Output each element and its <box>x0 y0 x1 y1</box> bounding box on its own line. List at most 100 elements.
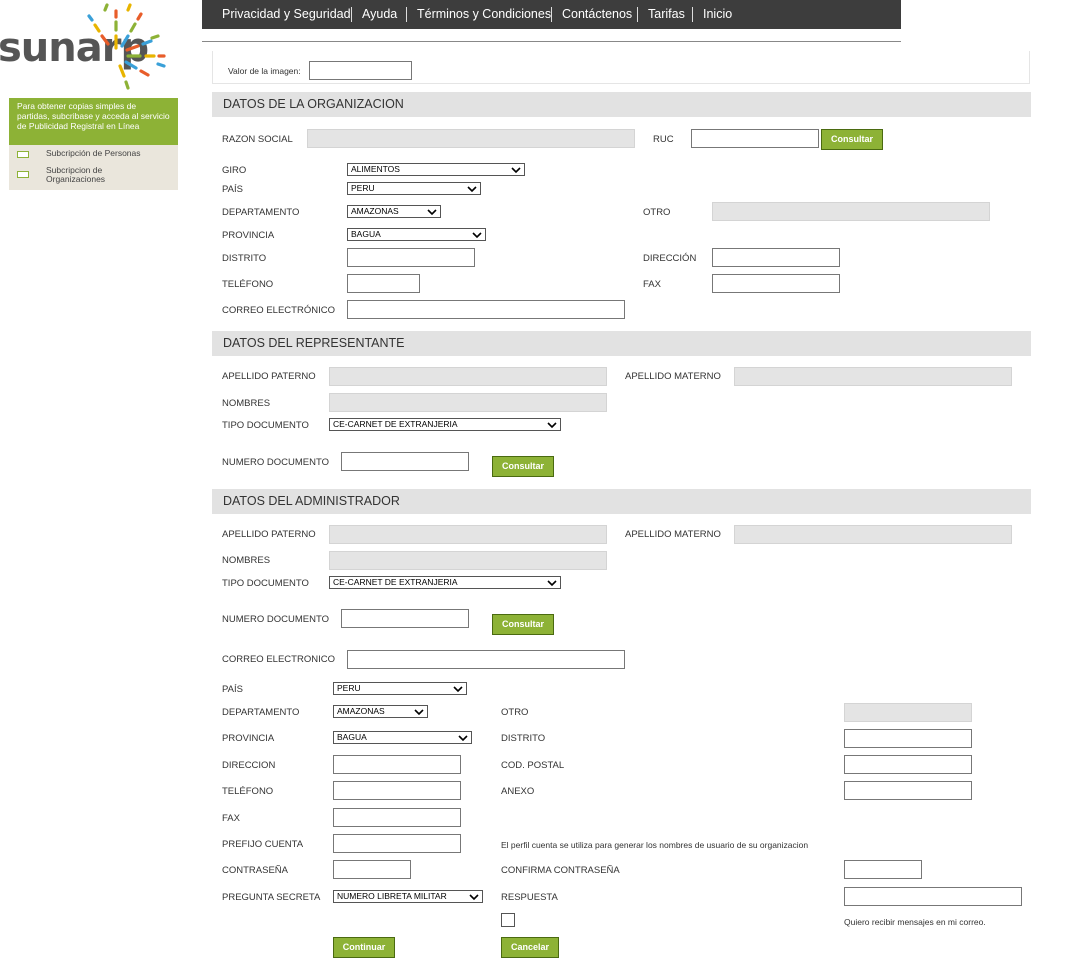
pregunta-select[interactable]: NUMERO LIBRETA MILITAR <box>333 890 483 903</box>
section-representante: DATOS DEL REPRESENTANTE <box>212 331 1031 356</box>
consultar-rep-button[interactable]: Consultar <box>492 456 554 477</box>
label-pais: PAÍS <box>222 184 243 195</box>
adm-num-doc-input[interactable] <box>341 609 469 628</box>
ruc-input[interactable] <box>691 129 819 148</box>
chevron-down-icon <box>472 232 482 239</box>
prefijo-input[interactable] <box>333 834 461 853</box>
bullet-icon <box>17 171 29 178</box>
chevron-down-icon <box>469 894 479 901</box>
adm-fax-input[interactable] <box>333 808 461 827</box>
label-adm-departamento: DEPARTAMENTO <box>222 707 300 718</box>
provincia-select[interactable]: BAGUA <box>347 228 486 241</box>
label-departamento: DEPARTAMENTO <box>222 207 300 218</box>
label-adm-direccion: DIRECCION <box>222 760 276 771</box>
nav-inicio[interactable]: Inicio <box>703 0 732 29</box>
label-otro: OTRO <box>643 207 671 218</box>
nav-terminos[interactable]: Términos y Condiciones <box>417 0 551 29</box>
label-adm-tipo-doc: TIPO DOCUMENTO <box>222 578 309 589</box>
adm-direccion-input[interactable] <box>333 755 461 774</box>
bullet-icon <box>17 151 29 158</box>
correo-input[interactable] <box>347 300 625 319</box>
nav-privacidad[interactable]: Privacidad y Seguridad <box>222 0 351 29</box>
label-prefijo: PREFIJO CUENTA <box>222 839 304 850</box>
captcha-input[interactable] <box>309 61 412 80</box>
chevron-down-icon <box>458 735 468 742</box>
label-correo: CORREO ELECTRÓNICO <box>222 305 335 316</box>
label-distrito: DISTRITO <box>222 253 267 264</box>
adm-provincia-select[interactable]: BAGUA <box>333 731 472 744</box>
razon-social-input <box>307 129 635 148</box>
distrito-input[interactable] <box>347 248 475 267</box>
label-adm-ap-paterno: APELLIDO PATERNO <box>222 529 316 540</box>
label-adm-fax: FAX <box>222 813 240 824</box>
label-adm-anexo: ANEXO <box>501 786 535 797</box>
nav-divider <box>202 41 901 42</box>
label-rep-num-doc: NUMERO DOCUMENTO <box>222 457 329 468</box>
label-rep-ap-materno: APELLIDO MATERNO <box>625 371 721 382</box>
sidebar-promo: Para obtener copias simples de partidas,… <box>9 98 178 145</box>
adm-correo-input[interactable] <box>347 650 625 669</box>
contrasena-input[interactable] <box>333 860 411 879</box>
consultar-adm-button[interactable]: Consultar <box>492 614 554 635</box>
departamento-select[interactable]: AMAZONAS <box>347 205 441 218</box>
section-administrador: DATOS DEL ADMINISTRADOR <box>212 489 1031 514</box>
label-rep-nombres: NOMBRES <box>222 398 271 409</box>
consultar-ruc-button[interactable]: Consultar <box>821 129 883 150</box>
label-provincia: PROVINCIA <box>222 230 275 241</box>
sidebar-menu: Subcripción de Personas Subcripcion de O… <box>9 145 178 190</box>
otro-input <box>712 202 990 221</box>
nav-ayuda[interactable]: Ayuda <box>362 0 397 29</box>
label-pregunta: PREGUNTA SECRETA <box>222 892 321 903</box>
continuar-button[interactable]: Continuar <box>333 937 395 958</box>
label-adm-num-doc: NUMERO DOCUMENTO <box>222 614 329 625</box>
mensajes-checkbox[interactable] <box>501 913 515 927</box>
adm-tipo-doc-select[interactable]: CE-CARNET DE EXTRANJERIA <box>329 576 561 589</box>
label-respuesta: RESPUESTA <box>501 892 558 903</box>
adm-ap-materno-input <box>734 525 1012 544</box>
rep-num-doc-input[interactable] <box>341 452 469 471</box>
adm-anexo-input[interactable] <box>844 781 972 800</box>
respuesta-input[interactable] <box>844 887 1022 906</box>
confirma-input[interactable] <box>844 860 922 879</box>
adm-telefono-input[interactable] <box>333 781 461 800</box>
rep-ap-materno-input <box>734 367 1012 386</box>
adm-nombres-input <box>329 551 607 570</box>
adm-departamento-select[interactable]: AMAZONAS <box>333 705 428 718</box>
chevron-down-icon <box>414 709 424 716</box>
chevron-down-icon <box>547 580 557 587</box>
adm-pais-select[interactable]: PERU <box>333 682 467 695</box>
label-razon-social: RAZON SOCIAL <box>222 134 293 145</box>
label-giro: GIRO <box>222 165 247 176</box>
chevron-down-icon <box>453 686 463 693</box>
chevron-down-icon <box>547 422 557 429</box>
cancelar-button[interactable]: Cancelar <box>501 937 559 958</box>
label-adm-otro: OTRO <box>501 707 529 718</box>
adm-distrito-input[interactable] <box>844 729 972 748</box>
label-adm-telefono: TELÉFONO <box>222 786 274 797</box>
mensajes-label: Quiero recibir mensajes en mi correo. <box>844 917 986 927</box>
adm-cod-postal-input[interactable] <box>844 755 972 774</box>
sidebar-item-organizaciones[interactable]: Subcripcion de Organizaciones <box>9 166 178 186</box>
label-adm-cod-postal: COD. POSTAL <box>501 760 565 771</box>
rep-ap-paterno-input <box>329 367 607 386</box>
captcha-label: Valor de la imagen: <box>228 66 301 76</box>
prefijo-note: El perfil cuenta se utiliza para generar… <box>501 840 809 850</box>
label-adm-distrito: DISTRITO <box>501 733 546 744</box>
fax-input[interactable] <box>712 274 840 293</box>
label-telefono: TELÉFONO <box>222 279 274 290</box>
nav-contactenos[interactable]: Contáctenos <box>562 0 632 29</box>
label-adm-pais: PAÍS <box>222 684 243 695</box>
giro-select[interactable]: ALIMENTOS <box>347 163 525 176</box>
label-direccion: DIRECCIÓN <box>643 253 697 264</box>
label-adm-nombres: NOMBRES <box>222 555 271 566</box>
rep-tipo-doc-select[interactable]: CE-CARNET DE EXTRANJERIA <box>329 418 561 431</box>
sidebar-item-personas[interactable]: Subcripción de Personas <box>9 149 178 161</box>
direccion-input[interactable] <box>712 248 840 267</box>
chevron-down-icon <box>511 167 521 174</box>
nav-tarifas[interactable]: Tarifas <box>648 0 685 29</box>
label-adm-provincia: PROVINCIA <box>222 733 275 744</box>
pais-select[interactable]: PERU <box>347 182 481 195</box>
label-rep-tipo-doc: TIPO DOCUMENTO <box>222 420 309 431</box>
telefono-input[interactable] <box>347 274 420 293</box>
label-rep-ap-paterno: APELLIDO PATERNO <box>222 371 316 382</box>
